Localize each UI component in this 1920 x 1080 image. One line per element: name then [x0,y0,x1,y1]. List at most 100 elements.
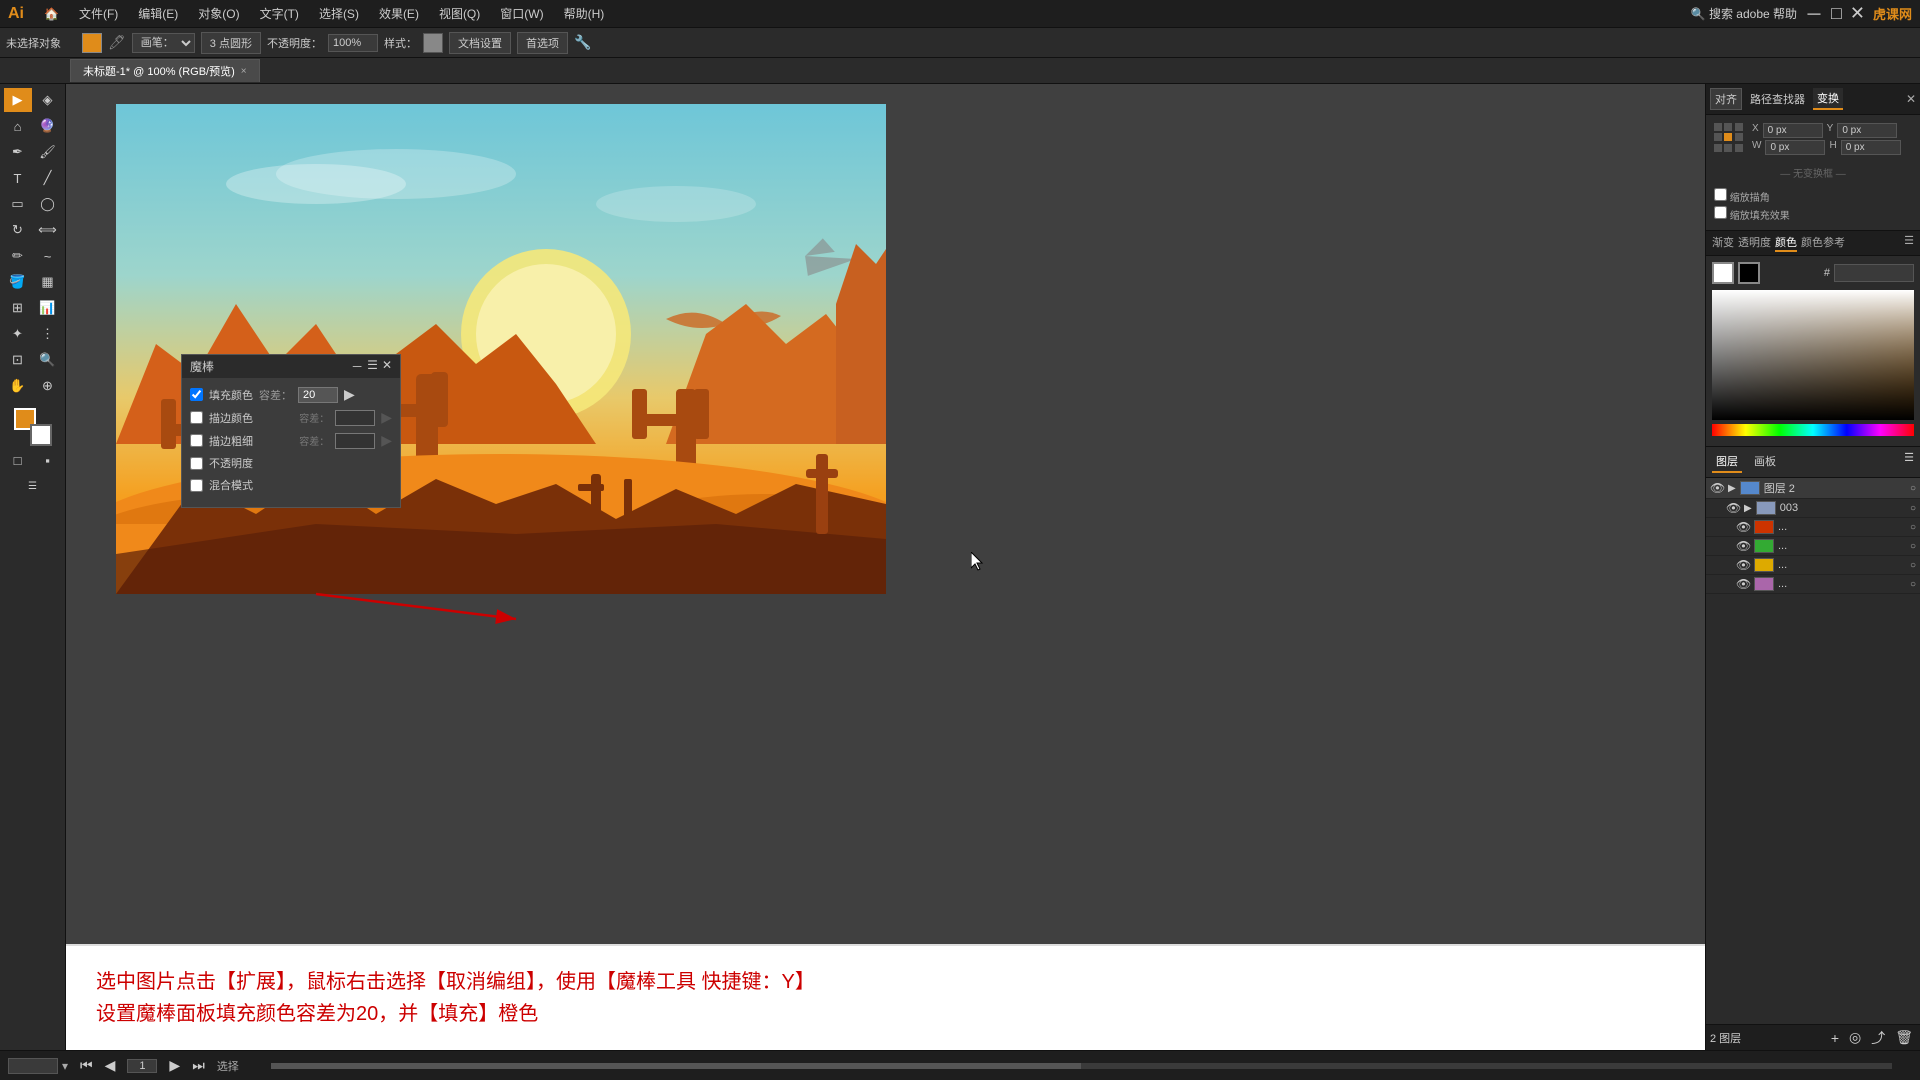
transform-grid-icon[interactable] [1714,123,1744,153]
last-page-button[interactable]: ⏭ [192,1057,205,1074]
canvas-area[interactable]: 魔棒 － ☰ ✕ 填充颜色 容差： ▶ 描边颜色 容差： [66,84,1705,1050]
transform-y-input[interactable] [1837,123,1897,138]
brush-tool[interactable]: 🖌 [34,140,62,164]
rotate-tool[interactable]: ↻ [4,218,32,242]
white-swatch[interactable] [1712,262,1734,284]
column-tool[interactable]: ⋮ [34,322,62,346]
color-reference-tab[interactable]: 颜色参考 [1801,234,1845,252]
expand-arrow-003[interactable]: ▶ [1744,503,1752,514]
menu-home[interactable]: 🏠 [36,5,67,23]
layer-row-purple[interactable]: 👁 ... ○ [1706,575,1920,594]
layer-eye-green[interactable]: 👁 [1736,539,1750,553]
black-swatch[interactable] [1738,262,1760,284]
fullscreen-mode[interactable]: ▪ [34,448,62,472]
locate-layer-button[interactable]: ◎ [1846,1028,1864,1048]
tolerance-expand-icon[interactable]: ▶ [344,386,355,403]
menu-window[interactable]: 窗口(W) [492,3,551,24]
transform-x-input[interactable] [1763,123,1823,138]
panel-minimize-icon[interactable]: － [351,358,363,375]
stroke-color-checkbox[interactable] [190,411,203,424]
expand-arrow[interactable]: ▶ [1728,483,1736,494]
ellipse-tool[interactable]: ◯ [34,192,62,216]
menu-edit[interactable]: 编辑(E) [130,3,186,24]
layer-row-green[interactable]: 👁 ... ○ [1706,537,1920,556]
opacity-input[interactable] [328,34,378,52]
artboard-tab[interactable]: 画板 [1750,451,1780,473]
layer-row-group[interactable]: 👁 ▶ 图层 2 ○ [1706,478,1920,499]
magic-wand-tool[interactable]: 🔮 [34,114,62,138]
transparency-tab[interactable]: 透明度 [1738,234,1771,252]
smooth-tool[interactable]: ~ [34,244,62,268]
direct-select-tool[interactable]: ◈ [34,88,62,112]
menu-help[interactable]: 帮助(H) [556,3,613,24]
minimize-icon[interactable]: － [1805,1,1823,27]
fill-color-checkbox[interactable] [190,388,203,401]
transform-tab[interactable]: 变换 [1813,88,1843,110]
doc-settings-button[interactable]: 文档设置 [449,32,511,54]
align-art-checkbox[interactable] [1714,206,1727,219]
blend-checkbox[interactable] [190,479,203,492]
layer-eye-red[interactable]: 👁 [1736,520,1750,534]
preferences-icon[interactable]: 🔧 [574,34,591,51]
line-tool[interactable]: ╱ [34,166,62,190]
draw-mode[interactable]: ☰ [19,474,47,498]
scale-strokes-checkbox[interactable] [1714,188,1727,201]
stroke-tolerance-input[interactable] [335,410,375,426]
gradient-tab[interactable]: 渐变 [1712,234,1734,252]
type-tool[interactable]: T [4,166,32,190]
stroke-width-checkbox[interactable] [190,434,203,447]
artboard-tool[interactable]: ⊡ [4,348,32,372]
normal-mode[interactable]: □ [4,448,32,472]
menu-text[interactable]: 文字(T) [252,3,307,24]
stroke-indicator[interactable]: 🖊 [108,34,126,51]
hand-tool[interactable]: ✋ [4,374,32,398]
transform-w-input[interactable] [1765,140,1825,155]
tolerance-input[interactable] [298,387,338,403]
point-type-select[interactable]: 3 点圆形 [201,32,261,54]
menu-object[interactable]: 对象(O) [190,3,247,24]
chart-tool[interactable]: 📊 [34,296,62,320]
delete-layer-button[interactable]: 🗑 [1892,1028,1916,1048]
stroke-width-tolerance-input[interactable] [335,433,375,449]
selection-tool[interactable]: ▶ [4,88,32,112]
first-page-button[interactable]: ⏮ [80,1057,93,1074]
page-number-input[interactable] [127,1059,157,1073]
layer-row-red[interactable]: 👁 ... ○ [1706,518,1920,537]
close-icon[interactable]: ✕ [1850,3,1865,24]
document-tab[interactable]: 未标题-1* @ 100% (RGB/预览) × [70,59,260,82]
pencil-tool[interactable]: ✏ [4,244,32,268]
menu-select[interactable]: 选择(S) [311,3,367,24]
style-swatch[interactable] [423,33,443,53]
hex-color-input[interactable]: EF9D2E [1834,264,1914,282]
add-layer-button[interactable]: + [1828,1028,1842,1048]
layer-row-003[interactable]: 👁 ▶ 003 ○ [1706,499,1920,518]
move-layer-button[interactable]: ⤴ [1868,1028,1888,1048]
layer-eye-group[interactable]: 👁 [1710,481,1724,495]
panel-settings-icon[interactable]: ☰ [367,358,378,375]
align-tab[interactable]: 对齐 [1710,88,1742,110]
reflect-tool[interactable]: ⟺ [34,218,62,242]
layer-eye-yellow[interactable]: 👁 [1736,558,1750,572]
menu-file[interactable]: 文件(F) [71,3,126,24]
panel-close-button[interactable]: ✕ [1906,92,1916,106]
brush-select[interactable]: 画笔： [132,33,195,53]
fill-color-swatch[interactable] [82,33,102,53]
layers-tab[interactable]: 图层 [1712,451,1742,473]
color-panel-menu-icon[interactable]: ☰ [1904,234,1914,252]
lasso-tool[interactable]: ⌂ [4,114,32,138]
hue-bar[interactable] [1712,424,1914,436]
layers-menu-icon[interactable]: ☰ [1904,451,1914,473]
artwork[interactable] [116,104,886,594]
panel-close-icon[interactable]: ✕ [382,358,392,375]
maximize-icon[interactable]: □ [1831,3,1842,24]
pathfinder-tab[interactable]: 路径查找器 [1746,89,1809,109]
menu-view[interactable]: 视图(Q) [431,3,488,24]
prev-page-button[interactable]: ◀ [105,1057,116,1074]
pen-tool[interactable]: ✒ [4,140,32,164]
layer-row-yellow[interactable]: 👁 ... ○ [1706,556,1920,575]
menu-effect[interactable]: 效果(E) [371,3,427,24]
zoom-input[interactable]: 100% [8,1058,58,1074]
color-spectrum[interactable] [1712,290,1914,420]
layer-eye-purple[interactable]: 👁 [1736,577,1750,591]
background-color[interactable] [30,424,52,446]
